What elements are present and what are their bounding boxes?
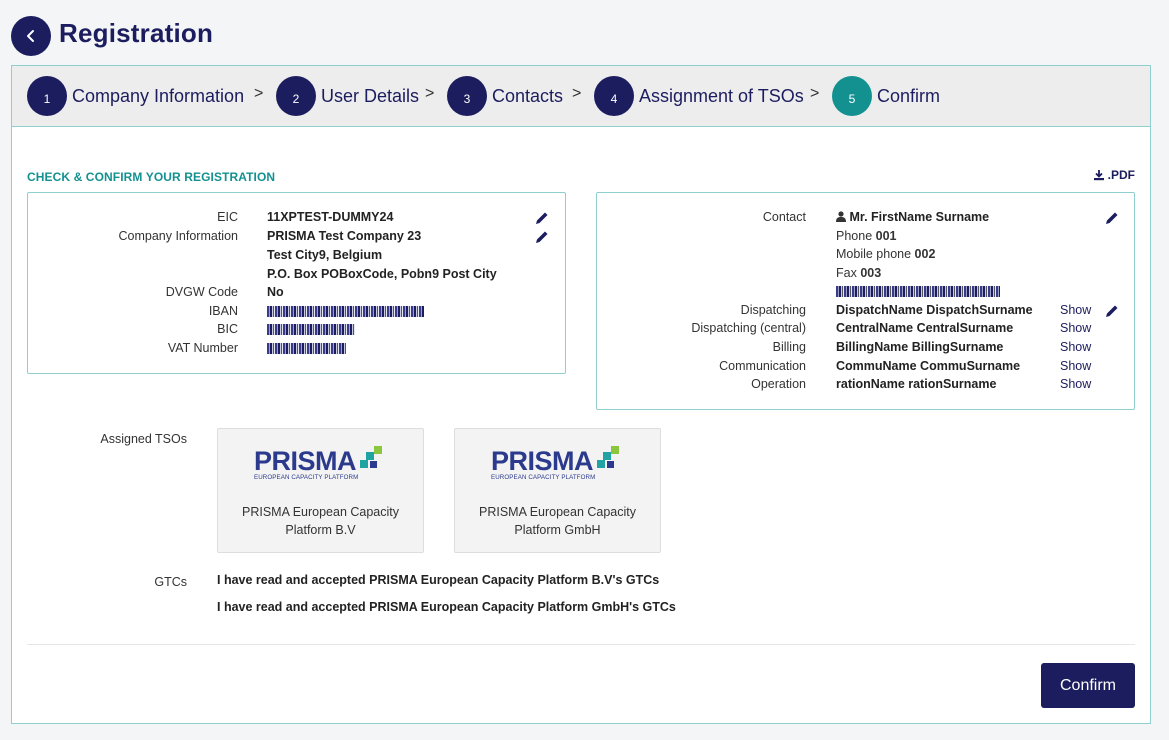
prisma-logo: PRISMA EUROPEAN CAPACITY PLATFORM [254,446,385,481]
step-number: 2 [276,76,316,116]
fax-value: 003 [860,266,882,280]
bic-label: BIC [217,322,238,336]
role-name: rationName rationSurname [836,377,997,391]
assigned-tsos-label: Assigned TSOs [100,432,187,446]
email-redacted [836,286,1000,298]
tso-card[interactable]: PRISMA EUROPEAN CAPACITY PLATFORM PRISMA… [217,428,424,553]
gtc-acceptance-line: I have read and accepted PRISMA European… [217,573,660,587]
gtc-acceptance-line: I have read and accepted PRISMA European… [217,600,676,614]
step-separator: > [572,85,582,102]
edit-contact-icon[interactable] [1104,210,1120,226]
vat-label: VAT Number [167,341,238,355]
divider [27,644,1135,645]
eic-value: 11XPTEST-DUMMY24 [267,210,394,224]
step-confirm[interactable]: 5 Confirm [832,76,940,116]
show-dispatching-link[interactable]: Show [1060,301,1091,319]
company-info-label: Company Information [118,229,238,243]
back-button[interactable] [11,16,51,56]
step-number: 3 [447,76,487,116]
logo-mark-icon [360,446,383,468]
bic-redacted [267,324,355,336]
step-separator: > [810,85,820,102]
step-label: Confirm [877,85,941,106]
company-address-line2: P.O. Box POBoxCode, Pobn9 Post City [267,267,497,281]
phone-label: Phone [836,229,873,243]
user-icon [836,211,846,222]
contact-label: Contact [762,210,806,224]
contact-name: Mr. FirstName Surname [849,210,990,224]
role-name: DispatchName DispatchSurname [836,303,1033,317]
company-panel: EIC 11XPTEST-DUMMY24 Company Information… [27,192,566,374]
mobile-value: 002 [914,247,936,261]
role-label: Operation [751,377,806,391]
edit-roles-icon[interactable] [1104,303,1120,319]
company-address-line1: Test City9, Belgium [267,248,383,262]
step-label: Assignment of TSOs [639,85,804,106]
dvgw-label: DVGW Code [165,285,238,299]
step-number: 1 [27,76,67,116]
role-name: CentralName CentralSurname [836,321,1014,335]
step-separator: > [425,85,435,102]
iban-label: IBAN [208,304,238,318]
section-title: CHECK & CONFIRM YOUR REGISTRATION [27,170,276,184]
tso-name: PRISMA European Capacity Platform GmbH [478,505,637,537]
step-user-details[interactable]: 2 User Details [276,76,419,116]
role-name: BillingName BillingSurname [836,340,1004,354]
role-label: Dispatching (central) [691,321,806,335]
eic-label: EIC [217,210,238,224]
pdf-label: .PDF [1107,168,1135,182]
stepper: 1 Company Information > 2 User Details >… [12,66,1150,127]
role-label: Dispatching [740,303,806,317]
show-dispatching-central-link[interactable]: Show [1060,319,1091,337]
role-label: Billing [772,340,806,354]
chevron-left-icon [27,30,34,42]
show-billing-link[interactable]: Show [1060,338,1091,356]
iban-redacted [267,306,424,318]
fax-label: Fax [836,266,857,280]
step-label: Company Information [72,85,245,106]
role-name: CommuName CommuSurname [836,359,1021,373]
step-label: Contacts [492,85,564,106]
step-separator: > [254,85,264,102]
show-communication-link[interactable]: Show [1060,357,1091,375]
contacts-panel: Contact Mr. FirstName Surname Phone 001 … [596,192,1135,410]
step-company-information[interactable]: 1 Company Information [27,76,244,116]
registration-card: 1 Company Information > 2 User Details >… [11,65,1151,724]
show-operation-link[interactable]: Show [1060,375,1091,393]
step-label: User Details [321,85,420,106]
confirm-button[interactable]: Confirm [1041,663,1135,708]
step-assignment-of-tsos[interactable]: 4 Assignment of TSOs [594,76,804,116]
download-icon [1093,170,1104,181]
role-label: Communication [719,359,806,373]
logo-mark-icon [597,446,620,468]
company-name: PRISMA Test Company 23 [267,229,422,243]
tso-name: PRISMA European Capacity Platform B.V [241,505,400,537]
edit-eic-icon[interactable] [534,210,550,226]
gtcs-label: GTCs [154,575,187,589]
step-number: 4 [594,76,634,116]
vat-redacted [267,343,346,355]
page-title: Registration [59,18,214,48]
edit-company-icon[interactable] [534,229,550,245]
step-number: 5 [832,76,872,116]
mobile-label: Mobile phone [836,247,912,261]
phone-value: 001 [875,229,897,243]
prisma-logo: PRISMA EUROPEAN CAPACITY PLATFORM [491,446,622,481]
dvgw-value: No [267,285,284,299]
tso-card[interactable]: PRISMA EUROPEAN CAPACITY PLATFORM PRISMA… [454,428,661,553]
step-contacts[interactable]: 3 Contacts [447,76,563,116]
download-pdf-link[interactable]: .PDF [1093,168,1135,182]
